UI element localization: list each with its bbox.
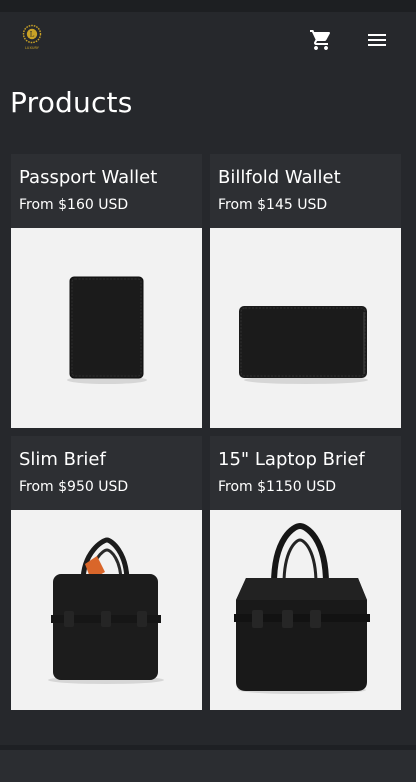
page-title: Products — [10, 86, 133, 119]
product-price: From $950 USD — [19, 479, 129, 495]
product-card-passport-wallet[interactable]: Passport Wallet From $160 USD — [11, 154, 202, 428]
product-price: From $1150 USD — [218, 479, 337, 495]
luxury-logo[interactable]: L LUXURY — [20, 24, 44, 50]
product-card-slim-brief[interactable]: Slim Brief From $950 USD — [11, 436, 202, 710]
top-strip — [0, 0, 416, 12]
svg-text:LUXURY: LUXURY — [25, 46, 40, 50]
product-image-passport-wallet[interactable] — [11, 228, 202, 428]
product-price: From $145 USD — [218, 197, 328, 213]
product-name[interactable]: 15" Laptop Brief — [218, 449, 365, 470]
product-card-billfold-wallet[interactable]: Billfold Wallet From $145 USD — [210, 154, 401, 428]
product-name[interactable]: Billfold Wallet — [218, 167, 341, 188]
product-name[interactable]: Passport Wallet — [19, 167, 157, 188]
product-image-15-laptop-brief[interactable] — [210, 510, 401, 710]
product-card-15-laptop-brief[interactable]: 15" Laptop Brief From $1150 USD — [210, 436, 401, 710]
svg-text:L: L — [30, 31, 35, 39]
site-footer — [0, 750, 416, 782]
product-name[interactable]: Slim Brief — [19, 449, 106, 470]
product-image-slim-brief[interactable] — [11, 510, 202, 710]
product-image-billfold-wallet[interactable] — [210, 228, 401, 428]
site-header: L LUXURY — [0, 12, 416, 66]
hamburger-menu-icon[interactable] — [365, 28, 389, 52]
product-price: From $160 USD — [19, 197, 129, 213]
shopping-cart-icon[interactable] — [309, 28, 333, 52]
